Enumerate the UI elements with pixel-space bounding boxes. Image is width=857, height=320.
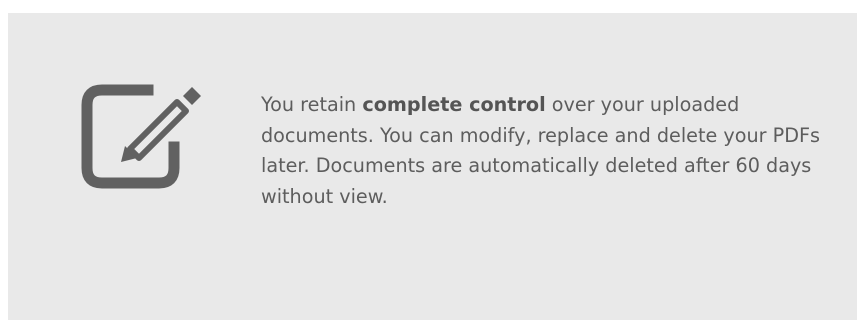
text-before-bold: You retain — [261, 93, 363, 116]
emphasized-text: complete control — [362, 93, 546, 116]
feature-description-paragraph: You retain complete control over your up… — [261, 90, 821, 212]
feature-description: You retain complete control over your up… — [261, 90, 821, 212]
feature-card: You retain complete control over your up… — [8, 13, 857, 320]
edit-document-icon — [81, 84, 201, 189]
